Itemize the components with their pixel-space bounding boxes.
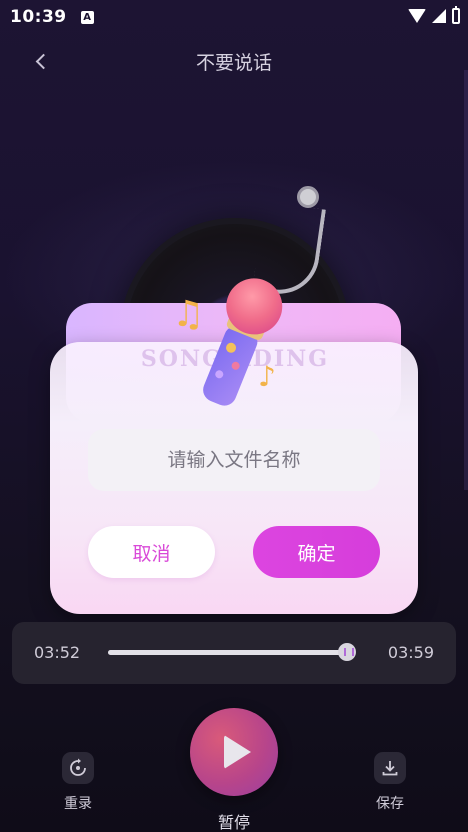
- play-icon: [223, 735, 251, 769]
- music-note-icon: ♫: [172, 294, 205, 335]
- play-button[interactable]: [190, 708, 278, 796]
- tonearm-pivot: [297, 186, 319, 208]
- music-note-small-icon: ♪: [258, 360, 276, 393]
- rerecord-button[interactable]: 重录: [58, 752, 98, 813]
- wifi-icon: [408, 9, 426, 23]
- rerecord-icon: [70, 758, 86, 776]
- progress-fill: [108, 650, 347, 655]
- page-title: 不要说话: [195, 52, 272, 74]
- signal-icon: [432, 9, 446, 23]
- save-button[interactable]: 保存: [370, 752, 410, 813]
- elapsed-time: 03:52: [34, 643, 81, 662]
- confirm-button[interactable]: 确定: [253, 526, 380, 578]
- progress-thumb[interactable]: [337, 643, 356, 661]
- status-indicators: [408, 6, 460, 24]
- battery-icon: [452, 6, 460, 24]
- recording-screen: 10:39 A 不要说话 SONG RDING ♫ ♪ 请输入文件名称 取消 确…: [0, 0, 468, 832]
- rerecord-icon-box: [62, 752, 94, 784]
- progress-panel: 03:52 03:59: [12, 622, 456, 684]
- total-time: 03:59: [387, 643, 434, 662]
- save-icon-box: [374, 752, 406, 784]
- download-icon: [382, 761, 398, 776]
- progress-slider[interactable]: [108, 643, 356, 661]
- filename-input[interactable]: [88, 429, 380, 491]
- cancel-button[interactable]: 取消: [88, 526, 215, 578]
- status-time: 10:39: [10, 7, 67, 27]
- save-label: 保存: [376, 796, 404, 812]
- status-bar: 10:39 A: [0, 0, 468, 34]
- notification-a-icon: A: [80, 10, 94, 24]
